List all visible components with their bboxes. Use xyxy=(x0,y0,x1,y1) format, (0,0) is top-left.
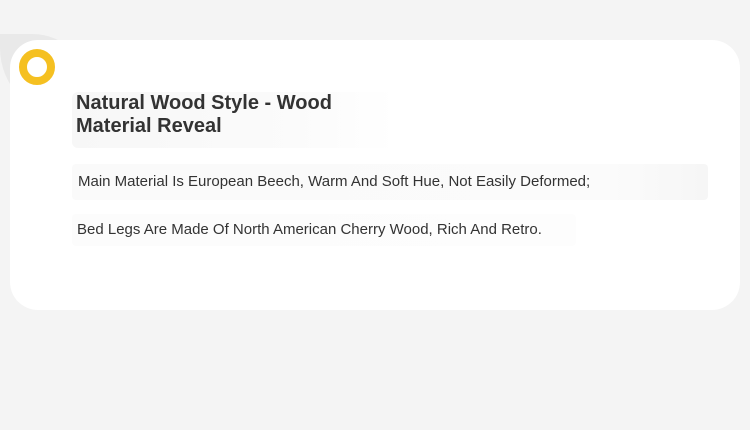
page-title: Natural Wood Style - Wood Material Revea… xyxy=(76,92,332,137)
detail-line-1: Main Material Is European Beech, Warm An… xyxy=(78,173,591,190)
ring-icon xyxy=(19,49,55,85)
detail-line-2: Bed Legs Are Made Of North American Cher… xyxy=(77,221,542,238)
